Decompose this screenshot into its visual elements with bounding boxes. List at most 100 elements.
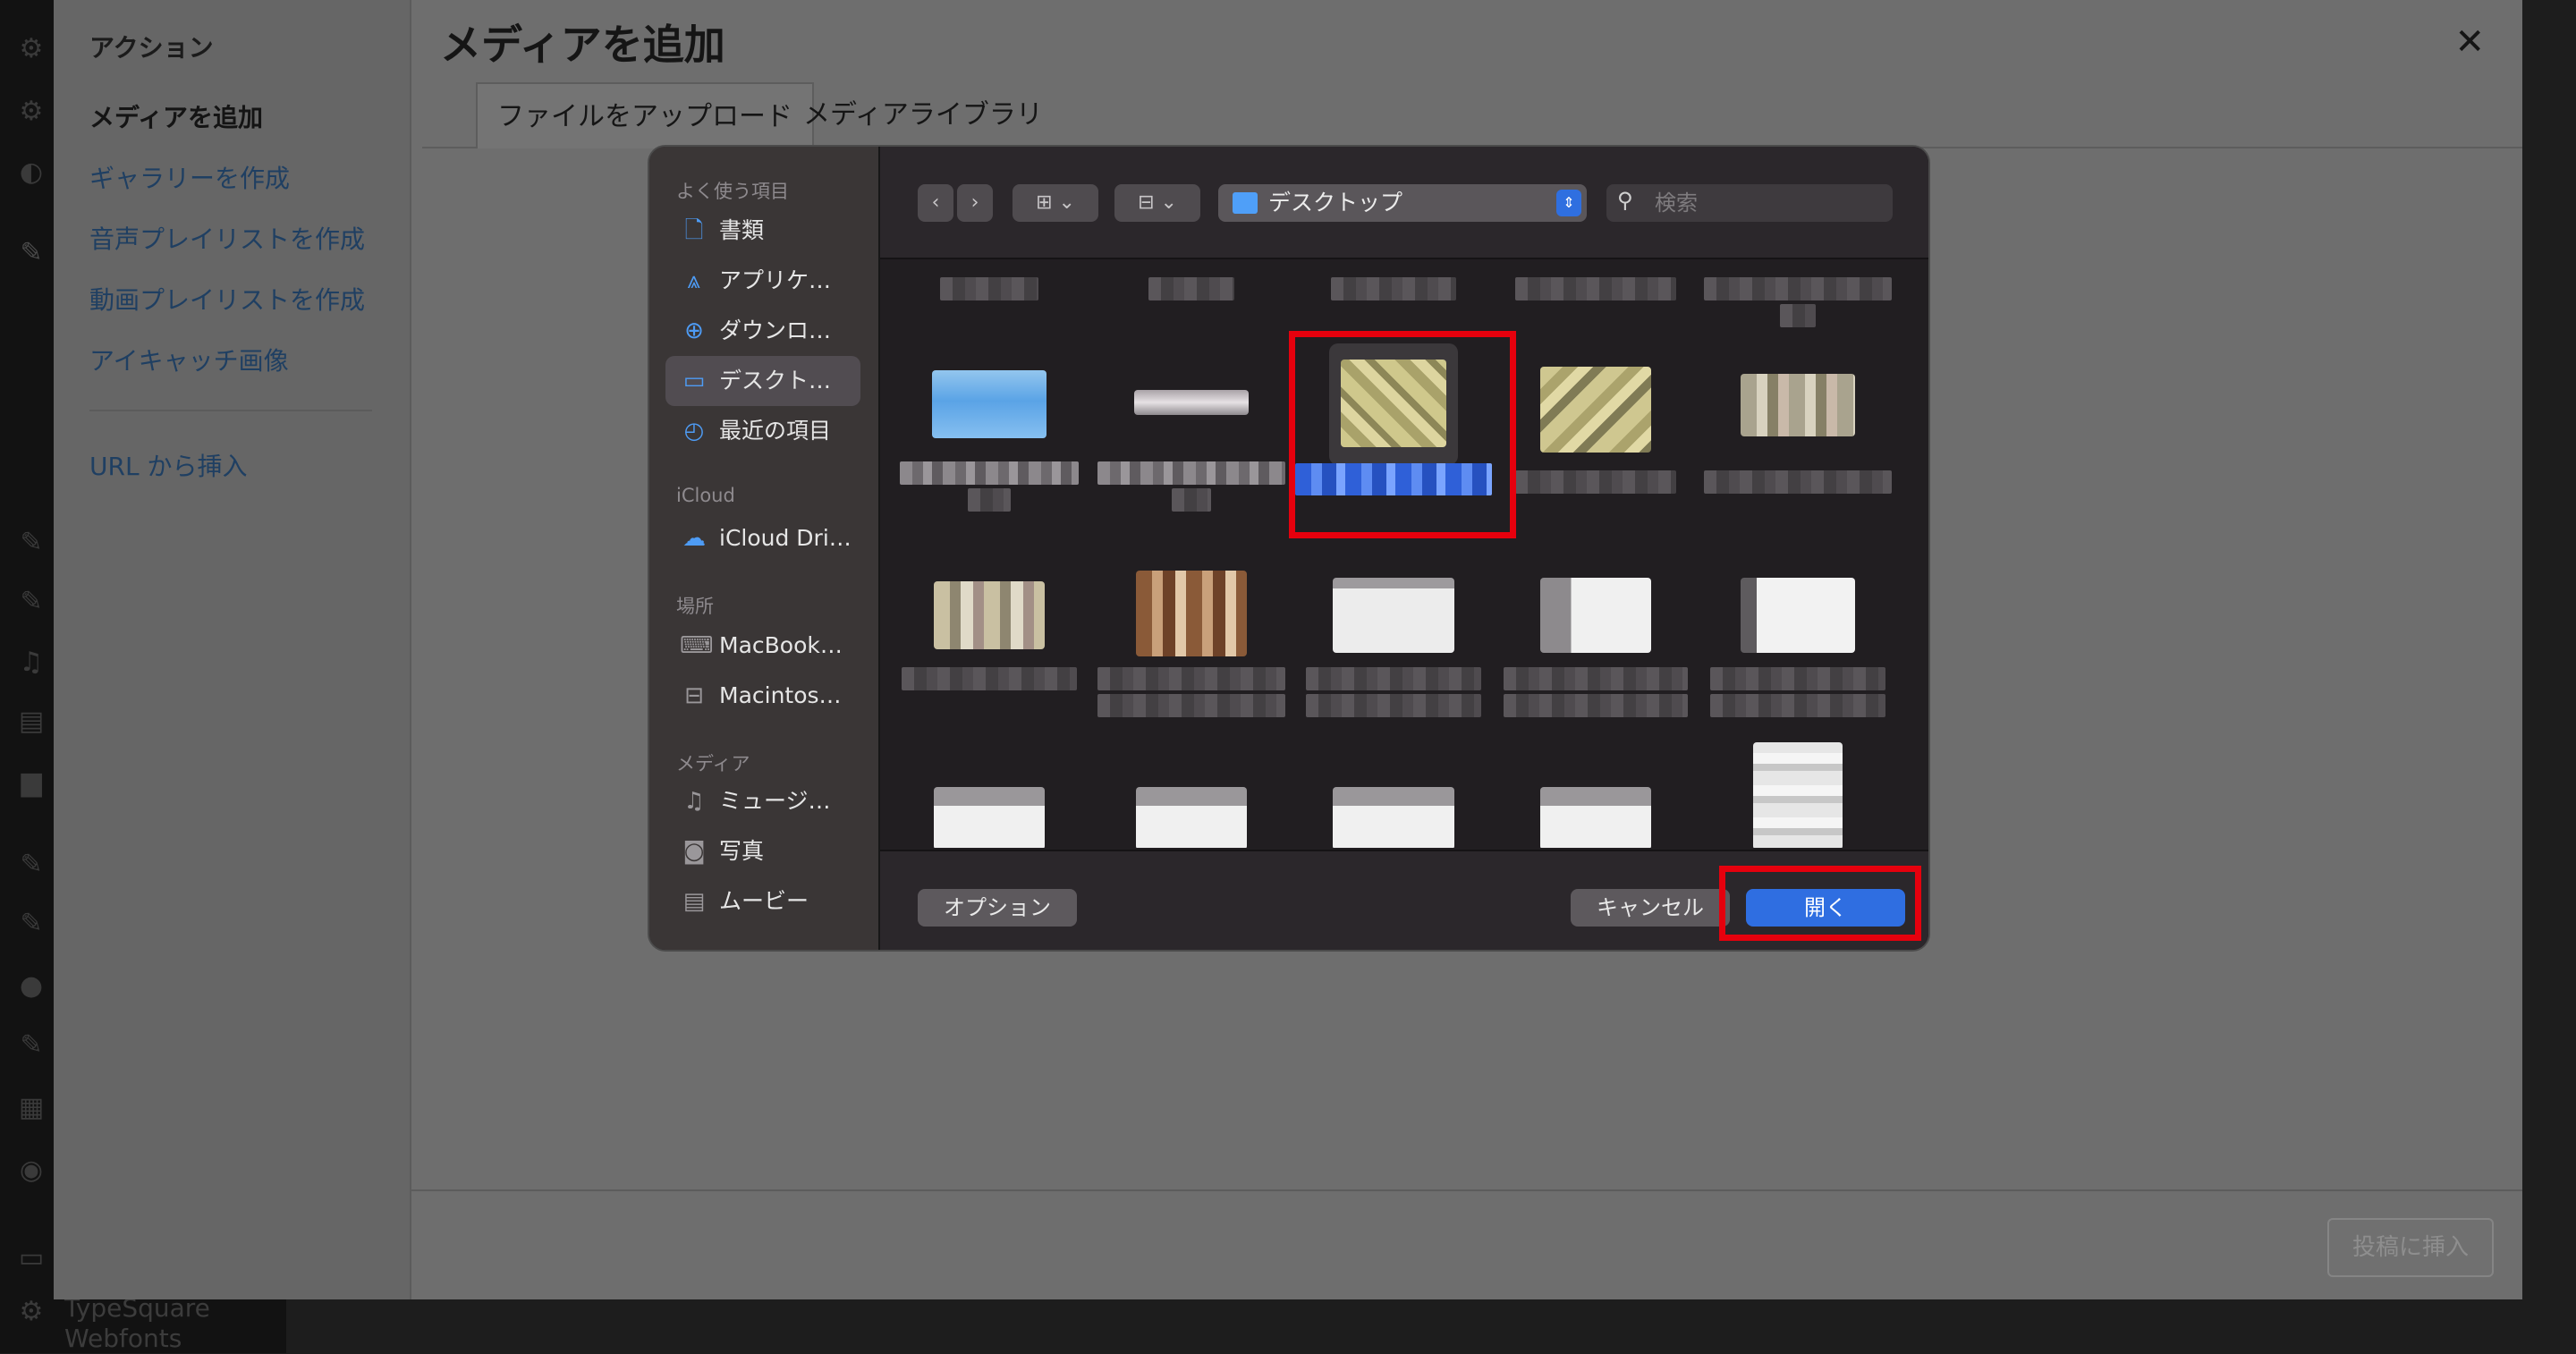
menu-item-create-gallery[interactable]: ギャラリーを作成 xyxy=(89,159,290,195)
file-item[interactable] xyxy=(889,742,1089,848)
menu-item-featured-image[interactable]: アイキャッチ画像 xyxy=(89,342,289,377)
file-item[interactable] xyxy=(889,340,1089,537)
comments-icon: ▆ xyxy=(21,766,42,798)
file-item[interactable] xyxy=(1091,340,1292,537)
file-item[interactable] xyxy=(1496,340,1696,537)
pin-icon: ✎ xyxy=(20,237,43,268)
sidebar-item-music[interactable]: ♫ ミュージ… xyxy=(665,776,860,826)
file-name-blurred xyxy=(1704,277,1892,300)
options-button[interactable]: オプション xyxy=(918,889,1077,927)
file-item[interactable] xyxy=(1698,340,1898,537)
file-thumbnail xyxy=(1333,787,1454,848)
settings-icon: ⚙ xyxy=(19,33,44,64)
media-icon: ♫ xyxy=(19,647,44,678)
sidebar-item-label: ミュージ… xyxy=(719,788,831,814)
file-item[interactable] xyxy=(1698,742,1898,848)
sidebar-item-movies[interactable]: ▤ ムービー xyxy=(665,876,860,927)
sidebar-item-macbook[interactable]: ⌨ MacBook… xyxy=(665,621,860,671)
sidebar-item-macintosh-hd[interactable]: ⊟ Macintos… xyxy=(665,671,860,721)
settings-icon: ⚙ xyxy=(19,96,44,127)
sidebar-item-icloud-drive[interactable]: ☁ iCloud Dri… xyxy=(665,513,860,563)
appearance-icon: ✎ xyxy=(20,849,43,880)
group-icon[interactable]: ⊟ ⌄ xyxy=(1114,184,1200,222)
settings-icon: ⚙ xyxy=(19,1296,44,1327)
sidebar-item-applications[interactable]: ⩓ アプリケ… xyxy=(665,256,860,306)
modal-tabs: ファイルをアップロード メディアライブラリ xyxy=(422,82,2522,148)
document-icon: 🗋 xyxy=(684,217,704,244)
file-item[interactable] xyxy=(1496,546,1696,724)
sidebar-item-photos[interactable]: ◙ 写真 xyxy=(665,826,860,876)
sidebar-item-recents[interactable]: ◴ 最近の項目 xyxy=(665,406,860,456)
icloud-header: iCloud xyxy=(676,485,735,506)
sidebar-item-documents[interactable]: 🗋 書類 xyxy=(665,206,860,256)
menu-item-video-playlist[interactable]: 動画プレイリストを作成 xyxy=(89,281,365,317)
file-thumbnail xyxy=(1136,787,1247,848)
file-item[interactable] xyxy=(1091,259,1292,331)
grid-view-icon[interactable]: ⊞ ⌄ xyxy=(1013,184,1098,222)
file-name-blurred xyxy=(1331,277,1456,300)
sidebar-item-label: Macintos… xyxy=(719,682,842,708)
chevron-left-icon[interactable]: ‹ xyxy=(918,184,953,222)
file-item[interactable] xyxy=(1293,546,1494,724)
file-name-blurred xyxy=(1515,470,1676,494)
mail-icon: ▭ xyxy=(18,1242,45,1274)
sidebar-item-label: ムービー xyxy=(719,888,809,914)
file-name-blurred xyxy=(1504,694,1688,717)
chevron-right-icon[interactable]: › xyxy=(957,184,993,222)
locations-header: 場所 xyxy=(676,596,714,617)
modal-title: メディアを追加 xyxy=(440,21,725,69)
file-thumbnail xyxy=(934,581,1045,649)
file-item[interactable] xyxy=(1091,546,1292,724)
sidebar-item-label: デスクト… xyxy=(719,368,832,394)
menu-separator xyxy=(89,410,372,411)
sidebar-item-desktop[interactable]: ▭ デスクト… xyxy=(665,356,860,406)
tab-upload-files[interactable]: ファイルをアップロード xyxy=(476,82,814,148)
music-icon: ♫ xyxy=(683,788,705,815)
file-item[interactable] xyxy=(1293,742,1494,848)
menu-heading: アクション xyxy=(89,33,214,63)
sidebar-item-downloads[interactable]: ⊕ ダウンロ… xyxy=(665,306,860,356)
file-name-blurred xyxy=(1710,667,1885,690)
file-thumbnail xyxy=(1540,787,1651,848)
favorites-header: よく使う項目 xyxy=(676,181,789,202)
file-item[interactable] xyxy=(1293,259,1494,331)
file-item[interactable] xyxy=(1698,546,1898,724)
menu-item-audio-playlist[interactable]: 音声プレイリストを作成 xyxy=(89,220,365,256)
file-item[interactable] xyxy=(1496,259,1696,331)
film-icon: ▤ xyxy=(682,888,706,915)
file-item[interactable] xyxy=(1091,742,1292,848)
file-name-blurred xyxy=(1515,277,1676,300)
laptop-icon: ⌨ xyxy=(680,632,714,659)
file-item[interactable] xyxy=(889,259,1089,331)
users-icon: ● xyxy=(19,970,44,1002)
menu-item-insert-from-url[interactable]: URL から挿入 xyxy=(89,447,247,483)
chevron-updown-icon: ⇕ xyxy=(1556,190,1581,216)
modal-footer-divider xyxy=(411,1189,2522,1191)
insert-into-post-button[interactable]: 投稿に挿入 xyxy=(2327,1218,2494,1277)
file-item[interactable] xyxy=(1698,259,1898,331)
close-icon[interactable]: ✕ xyxy=(2454,21,2485,63)
file-name-blurred xyxy=(1097,667,1285,690)
file-name-blurred xyxy=(902,667,1077,690)
pages-icon: ▤ xyxy=(18,706,45,737)
file-item[interactable] xyxy=(889,546,1089,724)
file-item[interactable] xyxy=(1496,742,1696,848)
file-thumbnail xyxy=(1753,742,1843,848)
file-thumbnail xyxy=(1134,390,1249,415)
tab-media-library[interactable]: メディアライブラリ xyxy=(784,82,1063,147)
file-thumbnail xyxy=(1741,374,1855,436)
typesquare-menu-item[interactable]: TypeSquare Webfonts xyxy=(64,1293,210,1354)
plugin-icon: ◉ xyxy=(19,1155,44,1186)
cloud-icon: ☁ xyxy=(682,525,706,552)
cancel-button[interactable]: キャンセル xyxy=(1571,889,1730,927)
media-header: メディア xyxy=(676,753,750,774)
download-icon: ⊕ xyxy=(684,317,704,344)
pin-icon: ✎ xyxy=(20,527,43,558)
folder-path-popup[interactable]: デスクトップ ⇕ xyxy=(1218,184,1587,222)
media-modal-menu: アクション メディアを追加 ギャラリーを作成 音声プレイリストを作成 動画プレイ… xyxy=(54,0,411,1299)
file-name-blurred xyxy=(1504,667,1688,690)
search-field[interactable]: ⚲ 検索 xyxy=(1606,184,1893,222)
dashboard-icon: ◐ xyxy=(19,157,44,188)
folder-icon xyxy=(1233,192,1258,214)
menu-item-add-media[interactable]: メディアを追加 xyxy=(89,98,263,134)
